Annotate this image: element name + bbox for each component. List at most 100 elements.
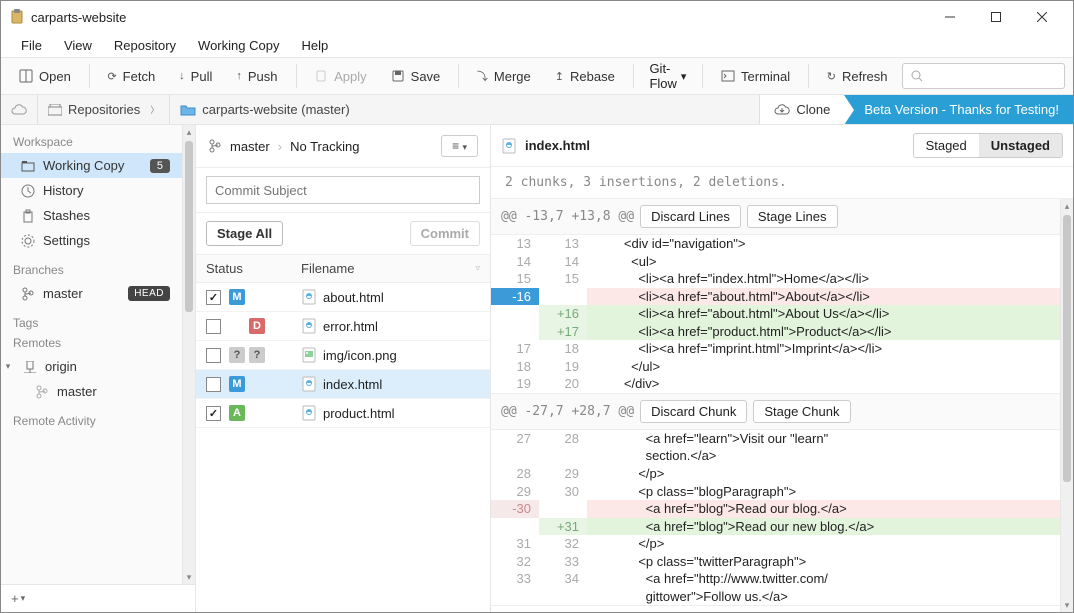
diff-line[interactable]: 2728 <a href="learn">Visit our "learn" (491, 430, 1060, 448)
sidebar-item-stashes[interactable]: Stashes (1, 203, 182, 228)
hunk-range: @@ -27,7 +28,7 @@ (501, 404, 634, 419)
fetch-button[interactable]: ⟳Fetch (97, 65, 165, 88)
save-button[interactable]: Save (381, 65, 451, 88)
diff-line[interactable]: 2930 <p class="blogParagraph"> (491, 483, 1060, 501)
diff-line[interactable]: 1313 <div id="navigation"> (491, 235, 1060, 253)
menu-file[interactable]: File (11, 36, 52, 55)
discard-lines-button[interactable]: Discard Lines (640, 205, 741, 228)
sidebar-add-button[interactable]: +▾ (1, 584, 195, 612)
sidebar-item-working-copy[interactable]: Working Copy5 (1, 153, 182, 178)
scroll-handle[interactable] (185, 141, 193, 312)
tracking-label: No Tracking (290, 139, 359, 154)
rebase-button[interactable]: ↥Rebase (545, 65, 625, 88)
diff-line[interactable]: 3132 </p> (491, 535, 1060, 553)
stage-checkbox[interactable] (206, 290, 221, 305)
apply-button[interactable]: Apply (304, 65, 377, 88)
header-status[interactable]: Status (206, 261, 301, 276)
sidebar-item-history[interactable]: History (1, 178, 182, 203)
file-list-header: Status Filename ▿ (196, 255, 490, 283)
current-repo[interactable]: carparts-website (master) (170, 95, 359, 124)
stage-all-button[interactable]: Stage All (206, 221, 283, 246)
clone-button[interactable]: Clone (759, 95, 844, 124)
stage-checkbox[interactable] (206, 319, 221, 334)
file-row[interactable]: Aproduct.html (196, 399, 490, 428)
diff-line[interactable]: +17 <li><a href="product.html">Product</… (491, 323, 1060, 341)
file-name: index.html (301, 376, 382, 392)
branch-icon (21, 287, 35, 301)
refresh-button[interactable]: ↻Refresh (817, 65, 898, 88)
disclosure-triangle-icon[interactable]: ▾ (1, 361, 15, 372)
discard-chunk-button[interactable]: Discard Chunk (640, 400, 747, 423)
head-badge: HEAD (128, 286, 170, 301)
history-icon (21, 184, 35, 198)
diff-line[interactable]: +31 <a href="blog">Read our new blog.</a… (491, 518, 1060, 536)
push-icon: ↑ (236, 70, 242, 82)
stage-checkbox[interactable] (206, 406, 221, 421)
diff-content: @@ -13,7 +13,8 @@Discard LinesStage Line… (491, 199, 1060, 612)
sidebar-group-tags: Tags (1, 306, 182, 334)
diff-line[interactable]: section.</a> (491, 447, 1060, 465)
menu-repository[interactable]: Repository (104, 36, 186, 55)
menu-working-copy[interactable]: Working Copy (188, 36, 289, 55)
diff-line[interactable]: 1920 </div> (491, 375, 1060, 393)
remote-icon (23, 361, 37, 373)
header-filename[interactable]: Filename (301, 261, 354, 276)
diff-summary: 2 chunks, 3 insertions, 2 deletions. (491, 167, 1073, 199)
diff-line[interactable]: 3334 <a href="http://www.twitter.com/ (491, 570, 1060, 588)
search-input[interactable] (902, 63, 1065, 89)
terminal-button[interactable]: Terminal (711, 65, 800, 88)
file-row[interactable]: ??img/icon.png (196, 341, 490, 370)
stage-checkbox[interactable] (206, 377, 221, 392)
diff-line[interactable]: 1515 <li><a href="index.html">Home</a></… (491, 270, 1060, 288)
sidebar-item-settings[interactable]: Settings (1, 228, 182, 253)
repositories-button[interactable]: Repositories〉 (38, 95, 170, 124)
html-file-icon (301, 318, 317, 334)
diff-line[interactable]: gittower">Follow us.</a> (491, 588, 1060, 606)
scroll-up-icon[interactable]: ▴ (183, 125, 195, 139)
file-row[interactable]: Mindex.html (196, 370, 490, 399)
gitflow-dropdown[interactable]: Git-Flow▾ (641, 57, 694, 95)
save-icon (391, 69, 405, 83)
staged-tab[interactable]: Staged (914, 134, 979, 157)
cloud-button[interactable] (1, 95, 38, 124)
diff-scrollbar[interactable]: ▴▾ (1060, 199, 1073, 612)
stage-checkbox[interactable] (206, 348, 221, 363)
sidebar-item-origin-master[interactable]: master (1, 379, 182, 404)
chevron-down-icon: ▾ (21, 593, 26, 604)
scroll-down-icon[interactable]: ▾ (183, 570, 195, 584)
sidebar-scrollbar[interactable]: ▴ ▾ (182, 125, 195, 584)
merge-button[interactable]: ⤵Merge (467, 64, 541, 88)
working-copy-badge: 5 (150, 159, 170, 173)
maximize-button[interactable] (973, 1, 1019, 33)
sidebar-item-master[interactable]: masterHEAD (1, 281, 182, 306)
refresh-icon: ↻ (827, 70, 836, 83)
pull-button[interactable]: ↓Pull (169, 65, 222, 88)
menu-view[interactable]: View (54, 36, 102, 55)
view-options-button[interactable]: ≡ ▾ (441, 135, 478, 157)
close-button[interactable] (1019, 1, 1065, 33)
push-button[interactable]: ↑Push (226, 65, 287, 88)
stage-chunk-button[interactable]: Stage Chunk (753, 400, 850, 423)
file-row[interactable]: Derror.html (196, 312, 490, 341)
diff-line[interactable]: 1414 <ul> (491, 253, 1060, 271)
diff-line[interactable]: -30 <a href="blog">Read our blog.</a> (491, 500, 1060, 518)
sidebar: Workspace Working Copy5 History Stashes … (1, 125, 196, 612)
unstaged-tab[interactable]: Unstaged (979, 134, 1062, 157)
stage-lines-button[interactable]: Stage Lines (747, 205, 838, 228)
minimize-button[interactable] (927, 1, 973, 33)
diff-line[interactable]: -16 <li><a href="about.html">About</a></… (491, 288, 1060, 306)
open-button[interactable]: Open (9, 65, 81, 88)
diff-line[interactable]: +16 <li><a href="about.html">About Us</a… (491, 305, 1060, 323)
menu-help[interactable]: Help (291, 36, 338, 55)
file-row[interactable]: Mabout.html (196, 283, 490, 312)
diff-line[interactable]: 1819 </ul> (491, 358, 1060, 376)
window-title: carparts-website (31, 10, 927, 25)
diff-line[interactable]: 3233 <p class="twitterParagraph"> (491, 553, 1060, 571)
commit-button[interactable]: Commit (410, 221, 480, 246)
diff-line[interactable]: 1718 <li><a href="imprint.html">Imprint<… (491, 340, 1060, 358)
diff-line[interactable]: 2829 </p> (491, 465, 1060, 483)
file-name: about.html (301, 289, 384, 305)
rebase-icon: ↥ (555, 70, 564, 83)
commit-subject-input[interactable] (206, 176, 480, 204)
sidebar-item-origin[interactable]: ▾origin (1, 354, 182, 379)
